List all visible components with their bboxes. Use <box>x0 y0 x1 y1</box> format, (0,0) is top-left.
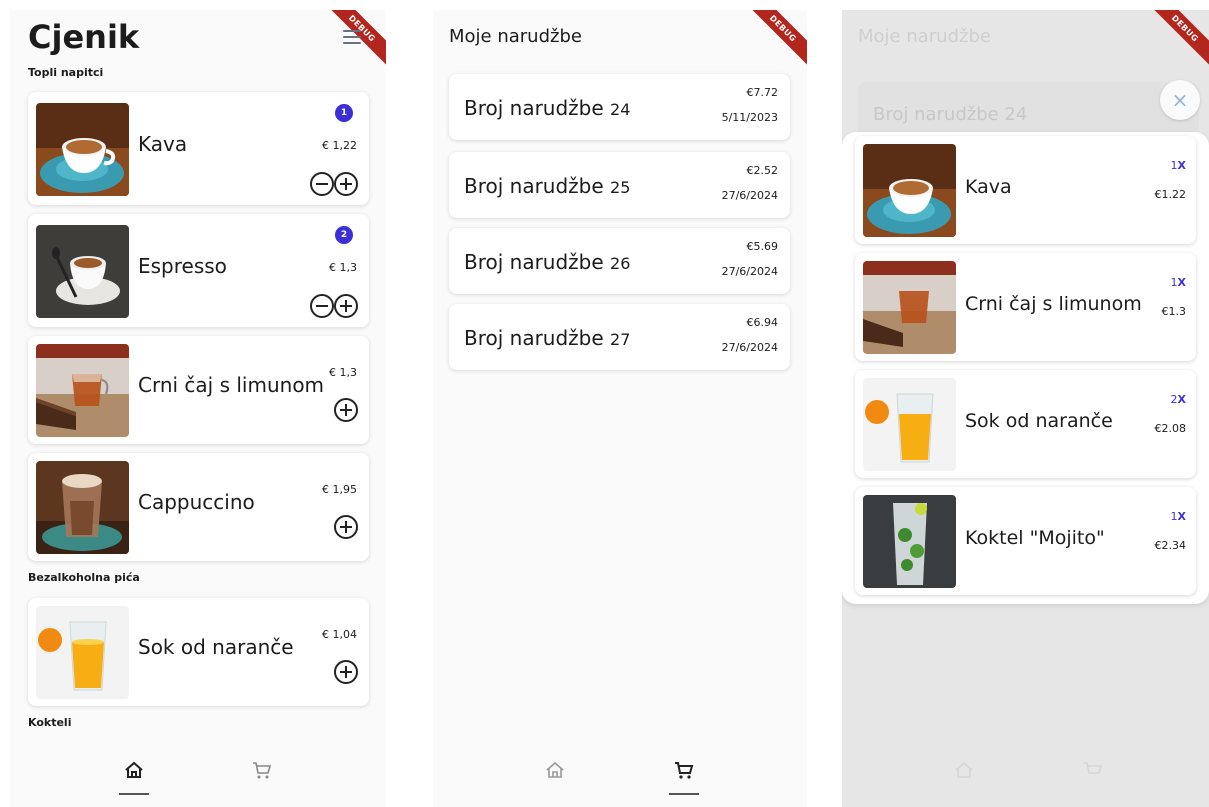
order-item: Kava 1X €1.22 <box>855 136 1196 244</box>
order-card[interactable]: Broj narudžbe 27 €6.94 27/6/2024 <box>449 304 790 370</box>
orange-juice-image <box>863 378 956 471</box>
decrease-button[interactable] <box>310 294 334 318</box>
debug-banner: DEBUG <box>738 10 807 74</box>
product-price: € 1,22 <box>322 139 357 152</box>
increase-button[interactable] <box>334 294 358 318</box>
mojito-image <box>863 495 956 588</box>
order-detail-screen: DEBUG Moje narudžbe Broj narudžbe 24 × K… <box>842 10 1209 807</box>
cappuccino-image <box>36 461 129 554</box>
order-items-sheet: Kava 1X €1.22 Crni čaj s limunom 1X €1.3 <box>842 132 1209 604</box>
item-name: Kava <box>965 176 1012 198</box>
order-date: 27/6/2024 <box>721 341 778 354</box>
item-price: €2.34 <box>1154 539 1187 552</box>
product-card: Espresso 2 € 1,3 <box>28 214 369 327</box>
cart-icon <box>1084 762 1103 774</box>
section-label: Bezalkoholna pića <box>28 571 140 584</box>
orange-juice-image <box>36 606 129 699</box>
item-price: €1.22 <box>1154 188 1187 201</box>
order-title: Broj narudžbe 26 <box>464 250 631 274</box>
product-name: Kava <box>138 132 188 156</box>
nav-active-indicator <box>669 793 699 795</box>
coffee-image <box>36 103 129 196</box>
section-label: Topli napitci <box>28 66 104 79</box>
order-item: Crni čaj s limunom 1X €1.3 <box>855 253 1196 361</box>
increase-button[interactable] <box>334 660 358 684</box>
background-title: Moje narudžbe <box>858 26 991 47</box>
product-price: € 1,95 <box>322 483 357 496</box>
nav-home[interactable] <box>946 759 982 799</box>
order-total: €5.69 <box>746 240 779 253</box>
item-name: Sok od naranče <box>965 410 1113 432</box>
item-quantity: 1X <box>1170 159 1186 172</box>
orders-screen: DEBUG Moje narudžbe Broj narudžbe 24 €7.… <box>433 10 807 807</box>
product-price: € 1,3 <box>329 366 357 379</box>
nav-cart[interactable] <box>666 759 702 799</box>
product-price: € 1,04 <box>322 628 357 641</box>
order-card[interactable]: Broj narudžbe 24 €7.72 5/11/2023 <box>449 74 790 140</box>
home-icon <box>955 761 973 778</box>
order-total: €2.52 <box>746 164 779 177</box>
decrease-button[interactable] <box>310 172 334 196</box>
quantity-badge: 2 <box>335 226 353 244</box>
page-title: Cjenik <box>28 18 140 56</box>
product-name: Cappuccino <box>138 490 255 514</box>
home-icon <box>125 761 143 778</box>
close-button[interactable]: × <box>1160 80 1200 120</box>
item-quantity: 1X <box>1170 276 1186 289</box>
item-quantity: 2X <box>1170 393 1186 406</box>
tea-image <box>36 344 129 437</box>
item-quantity: 1X <box>1170 510 1186 523</box>
bottom-nav <box>10 747 386 807</box>
cart-icon <box>675 762 694 779</box>
product-name: Sok od naranče <box>138 635 294 659</box>
cart-icon <box>253 762 272 779</box>
order-total: €7.72 <box>746 86 779 99</box>
increase-button[interactable] <box>334 515 358 539</box>
nav-cart[interactable] <box>1075 759 1111 799</box>
order-title: Broj narudžbe 27 <box>464 326 631 350</box>
price-list-screen: DEBUG Cjenik Topli napitci Kava 1 € 1,22 <box>10 10 386 807</box>
product-card: Cappuccino € 1,95 <box>28 453 369 561</box>
coffee-image <box>863 144 956 237</box>
product-name: Espresso <box>138 254 227 278</box>
order-date: 5/11/2023 <box>721 111 778 124</box>
item-price: €1.3 <box>1161 305 1187 318</box>
product-card: Kava 1 € 1,22 <box>28 92 369 205</box>
increase-button[interactable] <box>334 398 358 422</box>
debug-banner: DEBUG <box>1140 10 1209 74</box>
bottom-nav <box>433 747 807 807</box>
product-name: Crni čaj s limunom <box>138 373 325 397</box>
bottom-nav <box>842 747 1209 807</box>
order-card[interactable]: Broj narudžbe 25 €2.52 27/6/2024 <box>449 152 790 218</box>
order-title: Broj narudžbe 25 <box>464 174 631 198</box>
increase-button[interactable] <box>334 172 358 196</box>
order-card[interactable]: Broj narudžbe 26 €5.69 27/6/2024 <box>449 228 790 294</box>
order-date: 27/6/2024 <box>721 265 778 278</box>
espresso-image <box>36 225 129 318</box>
order-title: Broj narudžbe 24 <box>464 96 631 120</box>
item-name: Crni čaj s limunom <box>965 293 1142 315</box>
nav-active-indicator <box>119 793 149 795</box>
item-price: €2.08 <box>1154 422 1187 435</box>
item-name: Koktel "Mojito" <box>965 527 1105 549</box>
nav-home[interactable] <box>537 759 573 799</box>
order-item: Sok od naranče 2X €2.08 <box>855 370 1196 478</box>
tea-image <box>863 261 956 354</box>
page-title: Moje narudžbe <box>449 26 582 47</box>
order-item: Koktel "Mojito" 1X €2.34 <box>855 487 1196 595</box>
menu-icon[interactable] <box>343 26 361 48</box>
home-icon <box>546 761 564 778</box>
nav-cart[interactable] <box>244 759 280 799</box>
product-card: Crni čaj s limunom € 1,3 <box>28 336 369 444</box>
product-price: € 1,3 <box>329 261 357 274</box>
quantity-badge: 1 <box>335 104 353 122</box>
product-card: Sok od naranče € 1,04 <box>28 598 369 706</box>
nav-home[interactable] <box>116 759 152 799</box>
order-total: €6.94 <box>746 316 779 329</box>
section-label: Kokteli <box>28 716 72 729</box>
order-date: 27/6/2024 <box>721 189 778 202</box>
